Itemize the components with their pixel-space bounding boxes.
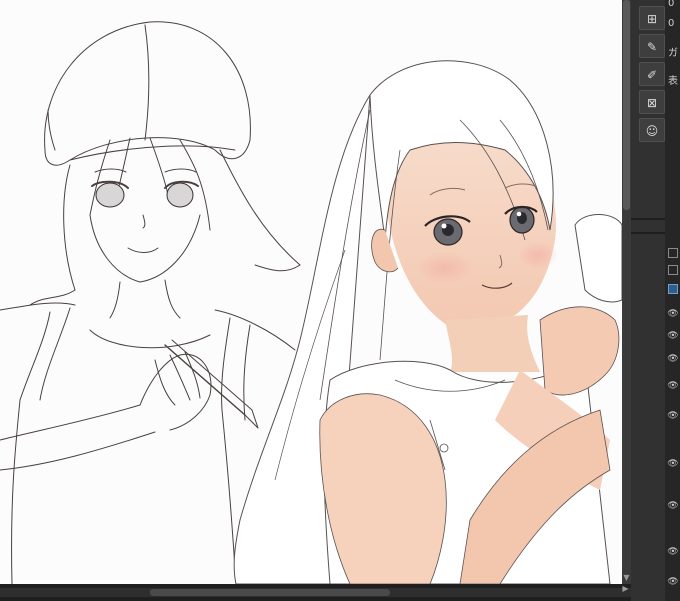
vertical-scrollbar[interactable]: ▼ — [622, 0, 631, 584]
edit-layer-icon[interactable]: ✎ — [639, 34, 665, 58]
drawing-canvas[interactable] — [0, 0, 622, 584]
layer-mode-icon[interactable] — [668, 265, 678, 275]
eye-icon[interactable]: 👁 — [667, 310, 679, 319]
vertical-scroll-thumb[interactable] — [623, 0, 630, 210]
eye-icon[interactable]: 👁 — [667, 502, 679, 511]
scroll-down-arrow-icon[interactable]: ▼ — [622, 572, 631, 584]
scroll-right-arrow-icon[interactable]: ▶ — [620, 584, 631, 593]
strip-label: 0 — [668, 0, 675, 9]
eye-icon[interactable]: 👁 — [667, 460, 679, 469]
strip-label: ガ — [668, 48, 678, 59]
horizontal-scrollbar[interactable]: ▶ — [0, 584, 631, 601]
horizontal-scroll-track — [0, 588, 631, 597]
layer-mode-icon[interactable] — [668, 248, 678, 258]
eye-icon[interactable]: 👁 — [667, 578, 679, 587]
strip-label: 0 — [668, 18, 675, 29]
right-girl-colored — [233, 60, 622, 584]
person-material-icon[interactable]: ☺ — [639, 118, 665, 142]
layer-selected-icon[interactable] — [668, 284, 678, 294]
edit-layer-alt-icon[interactable]: ✐ — [639, 62, 665, 86]
illustration — [0, 21, 622, 584]
strip-label: 表 — [668, 76, 678, 87]
eye-icon[interactable]: 👁 — [667, 382, 679, 391]
new-layer-folder-icon[interactable]: ⊞ — [639, 6, 665, 30]
horizontal-scroll-thumb[interactable] — [150, 589, 390, 596]
eye-icon[interactable]: 👁 — [667, 355, 679, 364]
eye-icon[interactable]: 👁 — [667, 548, 679, 557]
eye-icon[interactable]: 👁 — [667, 332, 679, 341]
eye-icon[interactable]: 👁 — [667, 412, 679, 421]
delete-layer-icon[interactable]: ⊠ — [639, 90, 665, 114]
